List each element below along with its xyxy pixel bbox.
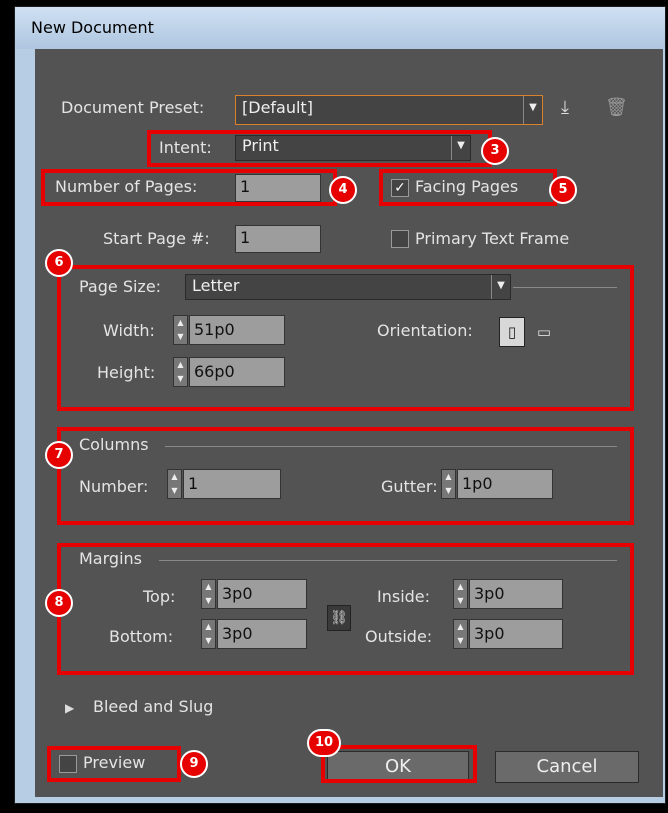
document-preset-dropdown[interactable]: [Default] ▼ (235, 95, 543, 125)
window-frame: New Document Document Preset: [Default] … (14, 6, 666, 804)
down-arrow-icon[interactable]: ▼ (454, 594, 467, 608)
margin-outside-input[interactable]: 3p0 (469, 619, 563, 649)
orientation-label: Orientation: (377, 321, 473, 340)
expand-triangle-icon[interactable]: ▶ (65, 701, 74, 715)
down-arrow-icon[interactable]: ▼ (442, 484, 455, 498)
page-size-dropdown[interactable]: Letter ▼ (185, 274, 511, 300)
highlight-box-3 (147, 130, 492, 167)
margin-bottom-stepper[interactable]: ▲ ▼ (201, 619, 216, 649)
badge-8: 8 (45, 589, 73, 617)
margin-top-label: Top: (143, 587, 176, 606)
window-title: New Document (31, 18, 154, 37)
margin-inside-label: Inside: (377, 587, 431, 606)
up-arrow-icon[interactable]: ▲ (202, 580, 215, 594)
badge-6: 6 (45, 249, 73, 277)
margin-top-stepper[interactable]: ▲ ▼ (201, 579, 216, 609)
columns-title: Columns (79, 435, 149, 454)
margin-inside-stepper[interactable]: ▲ ▼ (453, 579, 468, 609)
landscape-icon[interactable]: ▭ (531, 321, 557, 343)
down-arrow-icon[interactable]: ▼ (174, 330, 187, 344)
columns-number-stepper[interactable]: ▲ ▼ (167, 469, 182, 499)
gutter-stepper[interactable]: ▲ ▼ (441, 469, 456, 499)
margin-bottom-input[interactable]: 3p0 (217, 619, 307, 649)
up-arrow-icon[interactable]: ▲ (454, 580, 467, 594)
height-stepper[interactable]: ▲ ▼ (173, 357, 188, 387)
up-arrow-icon[interactable]: ▲ (442, 470, 455, 484)
divider (513, 287, 617, 288)
margin-inside-input[interactable]: 3p0 (469, 579, 563, 609)
margin-outside-label: Outside: (365, 627, 433, 646)
up-arrow-icon[interactable]: ▲ (174, 358, 187, 372)
highlight-box-4 (41, 169, 337, 206)
badge-3: 3 (481, 137, 509, 165)
badge-9: 9 (180, 750, 208, 778)
down-arrow-icon[interactable]: ▼ (202, 634, 215, 648)
trash-icon[interactable]: 🗑 (605, 97, 628, 118)
title-bar: New Document (15, 7, 665, 49)
chevron-down-icon: ▼ (523, 96, 542, 124)
cancel-button[interactable]: Cancel (495, 751, 639, 783)
down-arrow-icon[interactable]: ▼ (202, 594, 215, 608)
margins-title: Margins (79, 549, 142, 568)
bleed-and-slug-toggle[interactable]: Bleed and Slug (93, 697, 213, 716)
gutter-input[interactable]: 1p0 (457, 469, 553, 499)
start-page-input[interactable]: 1 (235, 225, 321, 253)
new-document-dialog: Document Preset: [Default] ▼ ⤓ 🗑 Intent:… (35, 49, 663, 797)
chevron-down-icon: ▼ (491, 275, 510, 299)
badge-5: 5 (549, 176, 577, 204)
highlight-box-9 (47, 746, 181, 782)
primary-text-frame-label: Primary Text Frame (415, 229, 570, 248)
width-label: Width: (103, 321, 155, 340)
page-size-value: Letter (192, 276, 240, 295)
margin-outside-stepper[interactable]: ▲ ▼ (453, 619, 468, 649)
save-preset-icon[interactable]: ⤓ (561, 97, 569, 118)
portrait-icon[interactable]: ▯ (499, 317, 525, 347)
document-preset-value: [Default] (242, 98, 313, 117)
up-arrow-icon[interactable]: ▲ (168, 470, 181, 484)
columns-number-label: Number: (79, 477, 149, 496)
width-stepper[interactable]: ▲ ▼ (173, 315, 188, 345)
badge-10: 10 (307, 729, 341, 757)
highlight-box-5 (379, 169, 557, 206)
divider (165, 446, 617, 447)
down-arrow-icon[interactable]: ▼ (174, 372, 187, 386)
up-arrow-icon[interactable]: ▲ (202, 620, 215, 634)
margin-top-input[interactable]: 3p0 (217, 579, 307, 609)
link-icon[interactable]: ⛓ (327, 605, 351, 631)
badge-4: 4 (329, 176, 357, 204)
page-size-label: Page Size: (79, 277, 162, 296)
up-arrow-icon[interactable]: ▲ (174, 316, 187, 330)
badge-7: 7 (45, 441, 73, 469)
columns-number-input[interactable]: 1 (183, 469, 281, 499)
down-arrow-icon[interactable]: ▼ (168, 484, 181, 498)
margin-bottom-label: Bottom: (109, 627, 174, 646)
up-arrow-icon[interactable]: ▲ (454, 620, 467, 634)
width-input[interactable]: 51p0 (189, 315, 285, 345)
document-preset-label: Document Preset: (61, 98, 205, 117)
start-page-label: Start Page #: (103, 229, 210, 248)
primary-text-frame-checkbox[interactable] (391, 230, 409, 248)
gutter-label: Gutter: (381, 477, 438, 496)
divider (159, 560, 617, 561)
height-input[interactable]: 66p0 (189, 357, 285, 387)
height-label: Height: (97, 363, 156, 382)
highlight-box-10 (321, 745, 477, 783)
down-arrow-icon[interactable]: ▼ (454, 634, 467, 648)
